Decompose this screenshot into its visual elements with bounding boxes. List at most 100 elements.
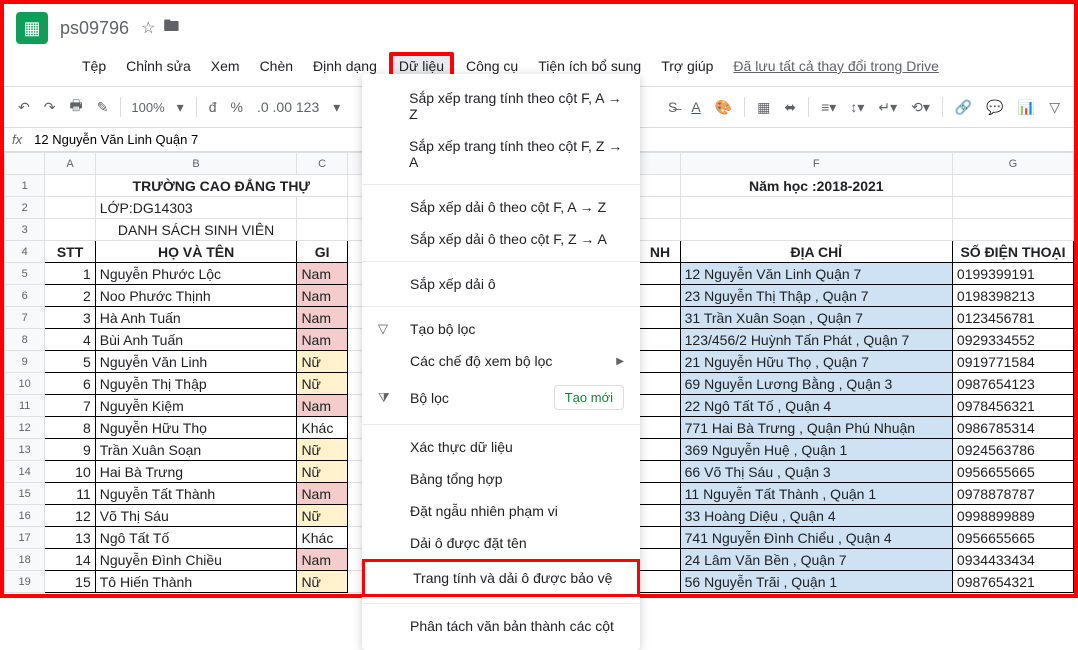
cell-phone[interactable]: 0987654321	[952, 571, 1073, 593]
strike-icon[interactable]: S̶	[662, 95, 683, 119]
menu-file[interactable]: Tệp	[74, 54, 114, 78]
menu-named-ranges[interactable]: Dải ô được đặt tên	[362, 527, 640, 559]
chevron-down-icon[interactable]: ▾	[171, 95, 190, 120]
col-header[interactable]: F	[680, 153, 952, 175]
cell-nh[interactable]	[640, 285, 680, 307]
cell-addr[interactable]: 33 Hoàng Diệu , Quận 4	[680, 505, 952, 527]
star-icon[interactable]: ☆	[141, 18, 155, 38]
header-phone[interactable]: SỐ ĐIỆN THOẠI	[952, 241, 1073, 263]
menu-slicer[interactable]: ⧩Bộ lọcTạo mới	[362, 377, 640, 418]
redo-icon[interactable]: ↷	[38, 95, 62, 120]
wrap-icon[interactable]: ↵▾	[872, 95, 903, 120]
percent-icon[interactable]: %	[225, 95, 249, 119]
merge-icon[interactable]: ⬌	[778, 95, 802, 120]
cell-name[interactable]: Trần Xuân Soạn	[95, 439, 297, 461]
cell-addr[interactable]: 369 Nguyễn Huệ , Quận 1	[680, 439, 952, 461]
cell-addr[interactable]: 12 Nguyễn Văn Linh Quận 7	[680, 263, 952, 285]
cell-gender[interactable]: Khác	[297, 417, 347, 439]
cell-addr[interactable]: 23 Nguyễn Thị Thập , Quận 7	[680, 285, 952, 307]
menu-randomize-range[interactable]: Đặt ngẫu nhiên phạm vi	[362, 495, 640, 527]
cell-phone[interactable]: 0123456781	[952, 307, 1073, 329]
chart-icon[interactable]: 📊	[1012, 95, 1041, 120]
cell-stt[interactable]: 11	[45, 483, 95, 505]
menu-sort-range-za[interactable]: Sắp xếp dải ô theo cột F, Z → A	[362, 223, 640, 255]
cell-phone[interactable]: 0198398213	[952, 285, 1073, 307]
year-label[interactable]: Năm học :2018-2021	[680, 175, 952, 197]
save-status[interactable]: Đã lưu tất cả thay đổi trong Drive	[733, 58, 938, 74]
header-nh[interactable]: NH	[640, 241, 680, 263]
cell-addr[interactable]: 31 Trần Xuân Soạn , Quận 7	[680, 307, 952, 329]
menu-split-text[interactable]: Phân tách văn bản thành các cột	[362, 610, 640, 642]
menu-edit[interactable]: Chỉnh sửa	[118, 54, 199, 78]
col-header[interactable]: B	[95, 153, 297, 175]
sheet-title[interactable]: TRƯỜNG CAO ĐẲNG THỰ	[95, 175, 347, 197]
col-header[interactable]: C	[297, 153, 347, 175]
cell-addr[interactable]: 69 Nguyễn Lương Bằng , Quận 3	[680, 373, 952, 395]
cell-gender[interactable]: Nam	[297, 307, 347, 329]
cell-gender[interactable]: Nam	[297, 263, 347, 285]
cell-addr[interactable]: 11 Nguyễn Tất Thành , Quận 1	[680, 483, 952, 505]
cell-name[interactable]: Ngô Tất Tố	[95, 527, 297, 549]
cell-nh[interactable]	[640, 483, 680, 505]
cell-addr[interactable]: 123/456/2 Huỳnh Tấn Phát , Quận 7	[680, 329, 952, 351]
currency-icon[interactable]: đ	[203, 95, 223, 119]
col-header[interactable]: A	[45, 153, 95, 175]
class-label[interactable]: LỚP:DG14303	[95, 197, 297, 219]
cell-gender[interactable]: Nam	[297, 329, 347, 351]
cell-phone[interactable]: 0956655665	[952, 527, 1073, 549]
cell-addr[interactable]: 66 Võ Thị Sáu , Quận 3	[680, 461, 952, 483]
cell-nh[interactable]	[640, 351, 680, 373]
cell-addr[interactable]: 771 Hai Bà Trưng , Quận Phú Nhuận	[680, 417, 952, 439]
menu-pivot-table[interactable]: Bảng tổng hợp	[362, 463, 640, 495]
cell-stt[interactable]: 7	[45, 395, 95, 417]
menu-sort-sheet-za[interactable]: Sắp xếp trang tính theo cột F, Z → A	[362, 130, 640, 178]
cell-phone[interactable]: 0978878787	[952, 483, 1073, 505]
header-stt[interactable]: STT	[45, 241, 95, 263]
link-icon[interactable]: 🔗	[949, 95, 978, 120]
comment-icon[interactable]: 💬	[980, 95, 1009, 120]
header-name[interactable]: HỌ VÀ TÊN	[95, 241, 297, 263]
cell-phone[interactable]: 0934433434	[952, 549, 1073, 571]
cell-gender[interactable]: Nam	[297, 395, 347, 417]
new-button[interactable]: Tạo mới	[554, 385, 624, 410]
cell-phone[interactable]: 0998899889	[952, 505, 1073, 527]
halign-icon[interactable]: ≡▾	[815, 95, 842, 120]
menu-data-validation[interactable]: Xác thực dữ liệu	[362, 431, 640, 463]
menu-view[interactable]: Xem	[203, 54, 248, 78]
menu-sort-sheet-az[interactable]: Sắp xếp trang tính theo cột F, A → Z	[362, 82, 640, 130]
cell-phone[interactable]: 0924563786	[952, 439, 1073, 461]
col-header[interactable]	[640, 153, 680, 175]
cell-stt[interactable]: 2	[45, 285, 95, 307]
cell-gender[interactable]: Nam	[297, 549, 347, 571]
cell-addr[interactable]: 22 Ngô Tất Tố , Quận 4	[680, 395, 952, 417]
cell-stt[interactable]: 6	[45, 373, 95, 395]
cell-stt[interactable]: 12	[45, 505, 95, 527]
cell-stt[interactable]: 1	[45, 263, 95, 285]
menu-help[interactable]: Trợ giúp	[653, 54, 721, 78]
cell-name[interactable]: Nguyễn Phước Lộc	[95, 263, 297, 285]
cell-phone[interactable]: 0987654123	[952, 373, 1073, 395]
cell-stt[interactable]: 3	[45, 307, 95, 329]
number-format[interactable]: .0 .00 123	[251, 95, 325, 119]
cell-gender[interactable]: Nữ	[297, 439, 347, 461]
text-color-icon[interactable]: A	[685, 95, 706, 119]
cell-gender[interactable]: Nữ	[297, 351, 347, 373]
cell-name[interactable]: Nguyễn Đình Chiều	[95, 549, 297, 571]
cell-name[interactable]: Nguyễn Hữu Thọ	[95, 417, 297, 439]
cell-gender[interactable]: Nam	[297, 483, 347, 505]
cell-stt[interactable]: 10	[45, 461, 95, 483]
cell-phone[interactable]: 0929334552	[952, 329, 1073, 351]
borders-icon[interactable]: ▦	[751, 95, 776, 120]
cell-nh[interactable]	[640, 417, 680, 439]
cell-nh[interactable]	[640, 307, 680, 329]
cell-gender[interactable]: Nữ	[297, 571, 347, 593]
col-header[interactable]: G	[952, 153, 1073, 175]
cell-stt[interactable]: 14	[45, 549, 95, 571]
cell-gender[interactable]: Nữ	[297, 461, 347, 483]
print-icon[interactable]: 🖶	[63, 91, 88, 123]
header-addr[interactable]: ĐỊA CHỈ	[680, 241, 952, 263]
cell-name[interactable]: Hà Anh Tuấn	[95, 307, 297, 329]
cell-stt[interactable]: 15	[45, 571, 95, 593]
cell-stt[interactable]: 4	[45, 329, 95, 351]
menu-create-filter[interactable]: ▽Tạo bộ lọc	[362, 313, 640, 345]
